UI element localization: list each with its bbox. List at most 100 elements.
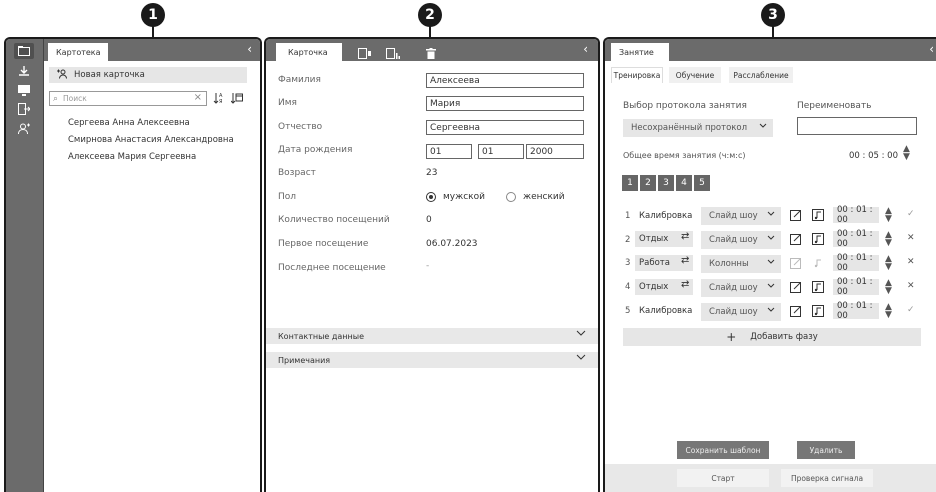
- protocol-select[interactable]: Несохранённый протокол: [623, 119, 773, 137]
- phase-mode-select[interactable]: Слайд шоу: [701, 231, 781, 249]
- swap-icon[interactable]: ⇄: [681, 279, 689, 290]
- phase-count-4[interactable]: 4: [676, 175, 692, 191]
- search-input[interactable]: ⌕ Поиск ×: [49, 91, 207, 106]
- phase-status-icon[interactable]: ✓: [907, 209, 915, 219]
- clear-icon[interactable]: ×: [194, 92, 202, 103]
- last-visit-label: Последнее посещение: [278, 263, 386, 273]
- total-time-stepper[interactable]: ▲ ▼: [903, 145, 910, 162]
- delete-icon[interactable]: [426, 44, 436, 63]
- tab-card[interactable]: Карточка: [276, 43, 342, 61]
- male-radio[interactable]: [426, 192, 436, 202]
- edit-icon[interactable]: [789, 256, 803, 270]
- subtab-relaxation[interactable]: Расслабление: [729, 67, 793, 83]
- phase-duration-stepper[interactable]: ▲ ▼: [885, 231, 892, 248]
- phase-duration-stepper[interactable]: ▲ ▼: [885, 279, 892, 296]
- edit-icon[interactable]: [789, 280, 803, 294]
- check-signal-button[interactable]: Проверка сигнала: [781, 469, 873, 487]
- list-item[interactable]: Смирнова Анастасия Александровна: [68, 135, 234, 145]
- phase-status-icon[interactable]: ✓: [907, 305, 915, 315]
- chart-icon[interactable]: [386, 44, 400, 63]
- tab-card-index[interactable]: Картотека: [48, 43, 108, 61]
- left-toolbar: [6, 39, 44, 492]
- remove-phase-icon[interactable]: ✕: [907, 281, 915, 291]
- phase-duration-stepper[interactable]: ▲ ▼: [885, 207, 892, 224]
- chevron-down-icon: [576, 329, 586, 340]
- phase-duration[interactable]: 00 : 01 : 00: [833, 277, 879, 297]
- phase-duration[interactable]: 00 : 01 : 00: [833, 253, 879, 273]
- export-icon[interactable]: [14, 101, 34, 117]
- edit-icon[interactable]: [789, 208, 803, 222]
- music-icon[interactable]: [811, 280, 825, 294]
- delete-button[interactable]: Удалить: [797, 441, 855, 459]
- surname-field[interactable]: Алексеева: [426, 73, 584, 88]
- phase-name: Калибровка: [639, 211, 693, 221]
- phase-mode-select[interactable]: Слайд шоу: [701, 303, 781, 321]
- rename-input[interactable]: [797, 117, 917, 135]
- total-time-value: 00 : 05 : 00: [849, 151, 898, 161]
- callout-3: 3: [761, 3, 785, 27]
- remove-phase-icon[interactable]: ✕: [907, 233, 915, 243]
- folder-icon[interactable]: [14, 43, 34, 59]
- collapse-icon[interactable]: ‹: [247, 42, 252, 56]
- start-button[interactable]: Старт: [677, 469, 769, 487]
- music-icon[interactable]: [811, 232, 825, 246]
- music-icon[interactable]: [811, 304, 825, 318]
- list-item[interactable]: Сергеева Анна Алексеевна: [68, 118, 190, 128]
- list-item[interactable]: Алексеева Мария Сергеевна: [68, 152, 196, 162]
- phase-duration-stepper[interactable]: ▲ ▼: [885, 255, 892, 272]
- add-phase-button[interactable]: + Добавить фазу: [623, 328, 921, 346]
- chevron-down-icon: [767, 210, 775, 220]
- dob-year-field[interactable]: 2000: [526, 144, 584, 159]
- phase-mode-select[interactable]: Слайд шоу: [701, 207, 781, 225]
- phase-duration[interactable]: 00 : 01 : 00: [833, 301, 879, 321]
- collapse-icon[interactable]: ‹: [583, 42, 588, 56]
- remove-phase-icon[interactable]: ✕: [907, 257, 915, 267]
- phase-duration-stepper[interactable]: ▲ ▼: [885, 303, 892, 320]
- tab-session[interactable]: Занятие: [611, 43, 669, 61]
- phase-index: 4: [625, 282, 631, 292]
- phase-mode-select[interactable]: Слайд шоу: [701, 279, 781, 297]
- sort-alpha-icon[interactable]: AЯ: [212, 91, 226, 105]
- edit-icon[interactable]: [789, 304, 803, 318]
- collapse-icon[interactable]: ‹: [929, 42, 934, 56]
- new-card-button[interactable]: Новая карточка: [49, 67, 247, 83]
- patronymic-field[interactable]: Сергеевна: [426, 120, 584, 135]
- plus-icon: +: [726, 330, 737, 344]
- monitor-icon[interactable]: [14, 82, 34, 98]
- phase-mode-value: Слайд шоу: [709, 235, 758, 245]
- name-field[interactable]: Мария: [426, 96, 584, 111]
- download-icon[interactable]: [14, 63, 34, 79]
- add-user-icon[interactable]: [14, 121, 34, 137]
- phase-count-3[interactable]: 3: [658, 175, 674, 191]
- swap-icon[interactable]: ⇄: [681, 255, 689, 266]
- phase-name: Калибровка: [639, 306, 693, 316]
- swap-icon[interactable]: ⇄: [681, 231, 689, 242]
- first-visit-label: Первое посещение: [278, 239, 369, 249]
- phase-count-2[interactable]: 2: [640, 175, 656, 191]
- music-icon[interactable]: [811, 208, 825, 222]
- last-visit-value: -: [426, 261, 430, 271]
- phase-count-1[interactable]: 1: [622, 175, 638, 191]
- dob-month-field[interactable]: 01: [478, 144, 524, 159]
- female-radio[interactable]: [506, 192, 516, 202]
- phase-mode-value: Слайд шоу: [709, 283, 758, 293]
- subtabs-bar: Тренировка Обучение Расслабление: [605, 61, 936, 89]
- subtab-training[interactable]: Тренировка: [611, 67, 663, 83]
- phase-mode-select[interactable]: Колонны: [701, 255, 781, 273]
- contacts-section[interactable]: Контактные данные: [266, 328, 598, 344]
- sort-date-icon[interactable]: [230, 91, 244, 105]
- save-template-button[interactable]: Сохранить шаблон: [677, 441, 769, 459]
- phase-count-5[interactable]: 5: [694, 175, 710, 191]
- card-view-icon[interactable]: [358, 44, 372, 63]
- dob-day-field[interactable]: 01: [426, 144, 472, 159]
- notes-section[interactable]: Примечания: [266, 352, 598, 368]
- phase-mode-value: Слайд шоу: [709, 211, 758, 221]
- phase-duration[interactable]: 00 : 01 : 00: [833, 229, 879, 249]
- total-time-label: Общее время занятия (ч:м:с): [623, 151, 746, 160]
- subtab-learning[interactable]: Обучение: [669, 67, 721, 83]
- session-footer: [605, 464, 936, 492]
- phase-duration[interactable]: 00 : 01 : 00: [833, 205, 879, 225]
- card-index-header: Картотека ‹: [44, 39, 260, 61]
- edit-icon[interactable]: [789, 232, 803, 246]
- music-icon[interactable]: [811, 256, 825, 270]
